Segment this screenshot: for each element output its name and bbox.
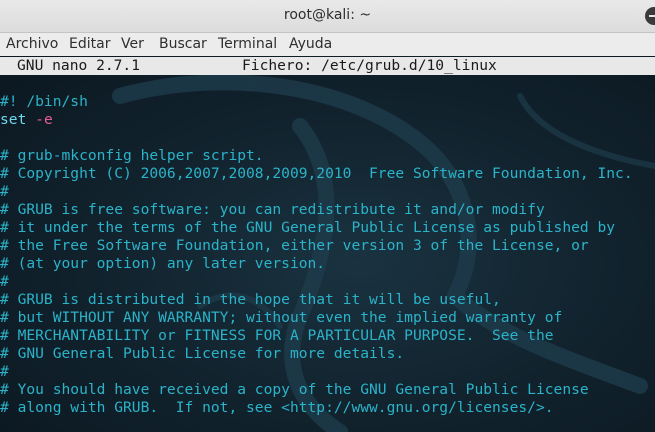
- code-comment-line: # You should have received a copy of the…: [0, 381, 589, 398]
- code-comment-line: # GRUB is free software: you can redistr…: [0, 201, 545, 218]
- terminal-window: root@kali: ~ Archivo Editar Ver Buscar T…: [0, 0, 655, 432]
- code-comment-line: # Copyright (C) 2006,2007,2008,2009,2010…: [0, 165, 633, 182]
- nano-file-label: Fichero: /etc/grub.d/10_linux: [242, 57, 497, 74]
- code-comment-line: # along with GRUB. If not, see <http://w…: [0, 399, 554, 416]
- code-comment-line: # GNU General Public License for more de…: [0, 345, 405, 362]
- code-comment-line: # the Free Software Foundation, either v…: [0, 237, 589, 254]
- set-flag: -e: [35, 111, 53, 128]
- menu-buscar[interactable]: Buscar: [159, 36, 207, 52]
- code-comment-line: # grub-mkconfig helper script.: [0, 147, 264, 164]
- nano-header-bar: GNU nano 2.7.1 Fichero: /etc/grub.d/10_l…: [0, 57, 655, 75]
- code-comment-line: # (at your option) any later version.: [0, 255, 326, 272]
- code-comment-line: #: [0, 363, 9, 380]
- code-comment-line: #: [0, 183, 9, 200]
- window-title: root@kali: ~: [283, 7, 372, 23]
- menu-ayuda[interactable]: Ayuda: [289, 36, 332, 52]
- code-comment-line: #: [0, 273, 9, 290]
- title-bar[interactable]: root@kali: ~: [0, 0, 655, 33]
- code-comment-line: # MERCHANTABILITY or FITNESS FOR A PARTI…: [0, 327, 554, 344]
- nano-version: GNU nano 2.7.1: [17, 57, 141, 74]
- code-line-set: set -e: [0, 111, 53, 129]
- set-keyword: set: [0, 111, 27, 128]
- code-comment-line: # GRUB is distributed in the hope that i…: [0, 291, 501, 308]
- menu-editar[interactable]: Editar: [69, 36, 110, 52]
- menu-terminal[interactable]: Terminal: [218, 36, 277, 52]
- code-comment-line: # it under the terms of the GNU General …: [0, 219, 616, 236]
- terminal-content[interactable]: GNU nano 2.7.1 Fichero: /etc/grub.d/10_l…: [0, 56, 655, 432]
- menu-bar: Archivo Editar Ver Buscar Terminal Ayuda: [0, 33, 655, 56]
- menu-archivo[interactable]: Archivo: [6, 36, 58, 52]
- menu-ver[interactable]: Ver: [121, 36, 144, 52]
- code-line-shebang: #! /bin/sh: [0, 93, 88, 110]
- code-comment-line: # but WITHOUT ANY WARRANTY; without even…: [0, 309, 563, 326]
